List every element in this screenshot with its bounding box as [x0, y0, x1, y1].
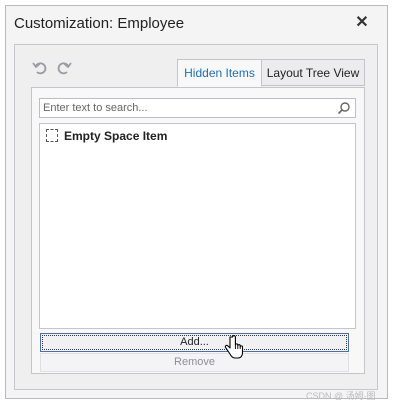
dialog-title: Customization: Employee: [14, 15, 185, 32]
search-box[interactable]: [39, 98, 356, 118]
search-icon[interactable]: [337, 101, 351, 115]
undo-icon[interactable]: [31, 59, 49, 77]
empty-space-item-icon: [46, 129, 58, 142]
tab-hidden-items[interactable]: Hidden Items: [177, 59, 262, 87]
search-input[interactable]: [42, 100, 333, 116]
remove-button[interactable]: Remove: [40, 353, 349, 372]
close-icon[interactable]: ✕: [353, 14, 371, 32]
add-button[interactable]: Add...: [40, 333, 349, 352]
hidden-items-panel: Empty Space Item Add... Remove: [31, 87, 365, 374]
watermark: CSDN @ 汤姆·图: [306, 391, 376, 401]
redo-icon[interactable]: [55, 59, 73, 77]
title-bar[interactable]: Customization: Employee ✕: [6, 6, 387, 44]
customization-dialog: Customization: Employee ✕ Hidden Items L…: [5, 5, 388, 399]
hidden-items-list: Empty Space Item: [39, 123, 356, 329]
list-item-label: Empty Space Item: [64, 129, 168, 143]
tab-layout-tree-view[interactable]: Layout Tree View: [261, 59, 365, 86]
hand-cursor-icon: [224, 335, 244, 359]
customization-panel: Hidden Items Layout Tree View Empty Spac…: [14, 44, 378, 390]
